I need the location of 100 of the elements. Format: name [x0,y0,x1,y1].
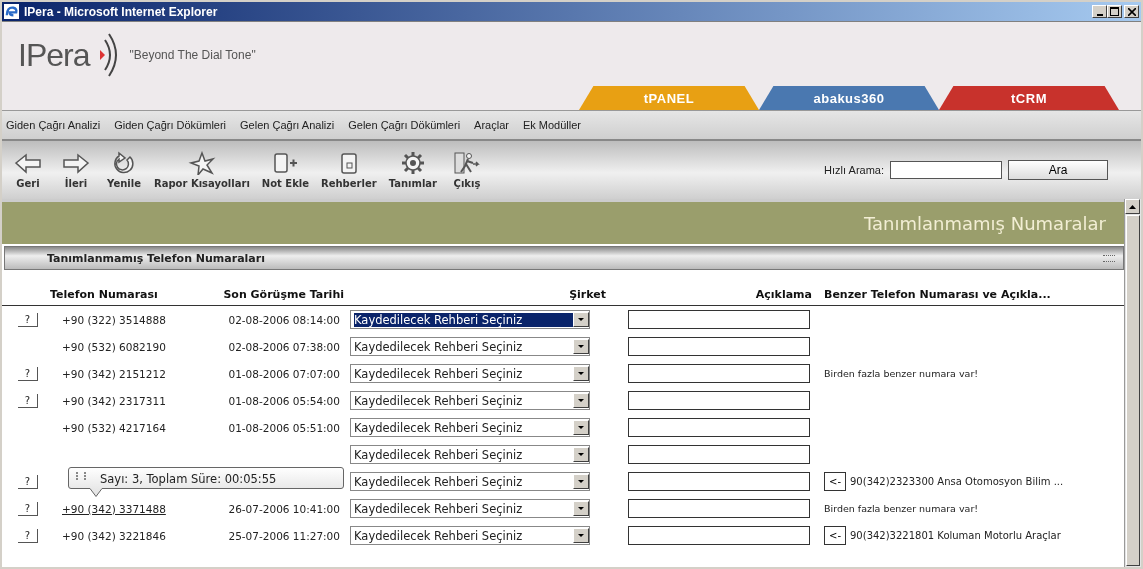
menu-item[interactable]: Giden Çağrı Dökümleri [114,119,227,131]
minimize-icon [1096,13,1103,16]
forward-icon [62,151,90,175]
directory-dropdown[interactable]: Kaydedilecek Rehberi Seçiniz [350,391,590,410]
help-button[interactable]: ? [18,312,38,327]
column-header: Telefon Numarası [50,288,190,306]
description-field[interactable] [628,472,810,491]
caret-icon [573,312,589,327]
exit-icon [453,151,481,175]
search-label: Hızlı Arama: [824,164,884,176]
help-button[interactable]: ? [18,474,38,489]
phone-number: +90 (532) 6082190 [62,340,166,353]
section-title: Tanımlanmamış Telefon Numaraları [47,251,266,265]
minimize-button[interactable] [1092,5,1107,18]
directory-dropdown[interactable]: Kaydedilecek Rehberi Seçiniz [350,364,590,383]
directory-dropdown[interactable]: Kaydedilecek Rehberi Seçiniz [350,310,590,329]
directory-dropdown[interactable]: Kaydedilecek Rehberi Seçiniz [350,526,590,545]
description-field[interactable] [628,337,810,356]
caret-icon [573,339,589,354]
help-button[interactable]: ? [18,366,38,381]
date-cell: 02-08-2006 08:14:00 [228,313,340,326]
toolbar-button[interactable]: Tanımlar [388,151,437,189]
date-cell: 25-07-2006 11:27:00 [228,529,340,542]
directory-dropdown[interactable]: Kaydedilecek Rehberi Seçiniz [350,418,590,437]
caret-icon [573,501,589,516]
toolbar-button[interactable]: Rehberler [321,151,377,189]
maximize-icon [1110,7,1119,16]
date-cell: 01-08-2006 05:54:00 [228,394,340,407]
description-field[interactable] [628,391,810,410]
description-field[interactable] [628,526,810,545]
toolbar-button[interactable]: Yenile [106,151,142,189]
description-field[interactable] [628,364,810,383]
phone-number: +90 (532) 4217164 [62,421,166,434]
menu-item[interactable]: Araçlar [474,119,509,131]
slogan: "Beyond The Dial Tone" [129,48,256,62]
back-icon [14,151,42,175]
product-tab[interactable]: abakus360 [759,86,939,110]
page-title: Tanımlanmamış Numaralar [864,212,1106,234]
close-icon [1127,7,1136,16]
toolbar-button[interactable]: İleri [58,151,94,189]
directory-dropdown[interactable]: Kaydedilecek Rehberi Seçiniz [350,445,590,464]
help-button[interactable]: ? [18,501,38,516]
help-button[interactable]: ? [18,528,38,543]
note-icon [271,151,300,175]
caret-icon [573,366,589,381]
caret-icon [573,528,589,543]
grip-icon [76,472,86,480]
description-field[interactable] [628,499,810,518]
maximize-button[interactable] [1107,5,1122,18]
date-cell: 02-08-2006 07:38:00 [228,340,340,353]
column-header: Benzer Telefon Numarası ve Açıkla... [818,288,1124,306]
similar-number: 90(342)3221801 Koluman Motorlu Araçlar [849,530,1061,541]
close-button[interactable] [1124,5,1139,18]
menu-item[interactable]: Giden Çağrı Analizi [6,119,101,131]
column-header: Son Görüşme Tarihi [190,288,350,306]
browser-icon [4,4,19,19]
grip-icon [1103,254,1115,262]
directory-dropdown[interactable]: Kaydedilecek Rehberi Seçiniz [350,472,590,491]
date-cell: 26-07-2006 10:41:00 [228,502,340,515]
menu-item[interactable]: Gelen Çağrı Dökümleri [348,119,461,131]
directory-dropdown[interactable]: Kaydedilecek Rehberi Seçiniz [350,337,590,356]
caret-icon [573,420,589,435]
phone-number: +90 (342) 2151212 [62,367,166,380]
directory-dropdown[interactable]: Kaydedilecek Rehberi Seçiniz [350,499,590,518]
note-text: Birden fazla benzer numara var! [823,368,979,379]
date-cell: 01-08-2006 05:51:00 [228,421,340,434]
up-arrow-icon [1129,204,1136,209]
caret-icon [573,447,589,462]
tooltip-text: Sayı: 3, Toplam Süre: 00:05:55 [100,472,277,486]
date-cell: 01-08-2006 07:07:00 [228,367,340,380]
toolbar-button[interactable]: Rapor Kısayolları [154,151,250,189]
description-field[interactable] [628,418,810,437]
phone-number: +90 (342) 2317311 [62,394,166,407]
help-button[interactable]: ? [18,393,38,408]
phone-number: +90 (342) 3221846 [62,529,166,542]
menu-item[interactable]: Gelen Çağrı Analizi [240,119,335,131]
caret-icon [573,393,589,408]
description-field[interactable] [628,445,810,464]
scroll-up-button[interactable] [1125,199,1140,214]
description-field[interactable] [628,310,810,329]
column-header: Şirket [350,288,612,306]
similar-number: 90(342)2323300 Ansa Otomosyon Bilim ... [849,476,1064,487]
caret-icon [573,474,589,489]
logo: IPera [18,36,90,74]
scroll-thumb[interactable] [1126,215,1140,566]
toolbar-button[interactable]: Çıkış [449,151,485,189]
product-tab[interactable]: tCRM [939,86,1119,110]
toolbar-button[interactable]: Geri [10,151,46,189]
apply-button[interactable]: <- [824,472,846,491]
window-title: IPera - Microsoft Internet Explorer [24,4,219,19]
sound-waves-icon [99,32,120,78]
apply-button[interactable]: <- [824,526,846,545]
search-field[interactable] [890,161,1002,179]
menu-item[interactable]: Ek Modüller [522,119,581,131]
phone-number: +90 (322) 3514888 [62,313,166,326]
column-header: Açıklama [612,288,818,306]
search-button[interactable]: Ara [1008,160,1108,180]
note-text: Birden fazla benzer numara var! [823,503,979,514]
phone-number[interactable]: +90 (342) 3371488 [62,502,166,515]
toolbar-button[interactable]: Not Ekle [261,151,309,189]
